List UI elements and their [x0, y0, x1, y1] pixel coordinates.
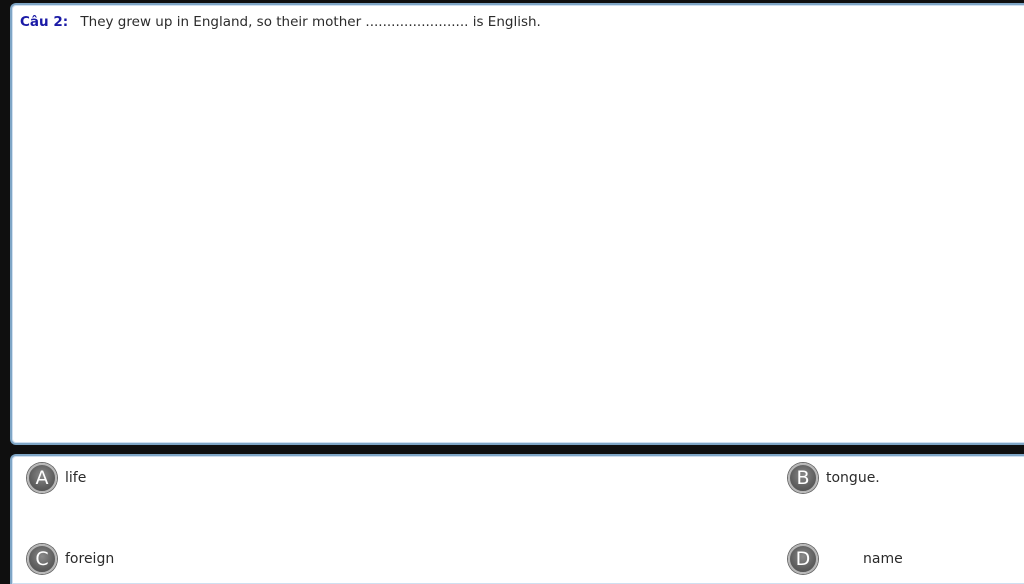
answer-option-a[interactable]: A life — [27, 463, 86, 493]
option-c-badge-icon[interactable]: C — [27, 544, 57, 574]
option-b-badge-icon[interactable]: B — [788, 463, 818, 493]
answer-option-b[interactable]: B tongue. — [788, 463, 880, 493]
option-a-text: life — [65, 470, 87, 486]
option-a-badge-icon[interactable]: A — [27, 463, 57, 493]
question-blank: ........................ — [365, 14, 469, 30]
answers-panel: A life B tongue. C foreign D name — [10, 454, 1024, 584]
option-c-text: foreign — [65, 551, 115, 567]
question-label: Câu 2: — [20, 14, 69, 30]
question-line: Câu 2: They grew up in England, so their… — [20, 14, 541, 30]
option-d-text: name — [863, 551, 903, 567]
option-b-text: tongue. — [826, 470, 880, 486]
question-text-after: is English. — [472, 14, 541, 30]
question-panel: Câu 2: They grew up in England, so their… — [10, 3, 1024, 445]
option-d-badge-icon[interactable]: D — [788, 544, 818, 574]
question-text-before: They grew up in England, so their mother — [80, 14, 362, 30]
answer-option-c[interactable]: C foreign — [27, 544, 114, 574]
answer-option-d[interactable]: D name — [788, 544, 903, 574]
